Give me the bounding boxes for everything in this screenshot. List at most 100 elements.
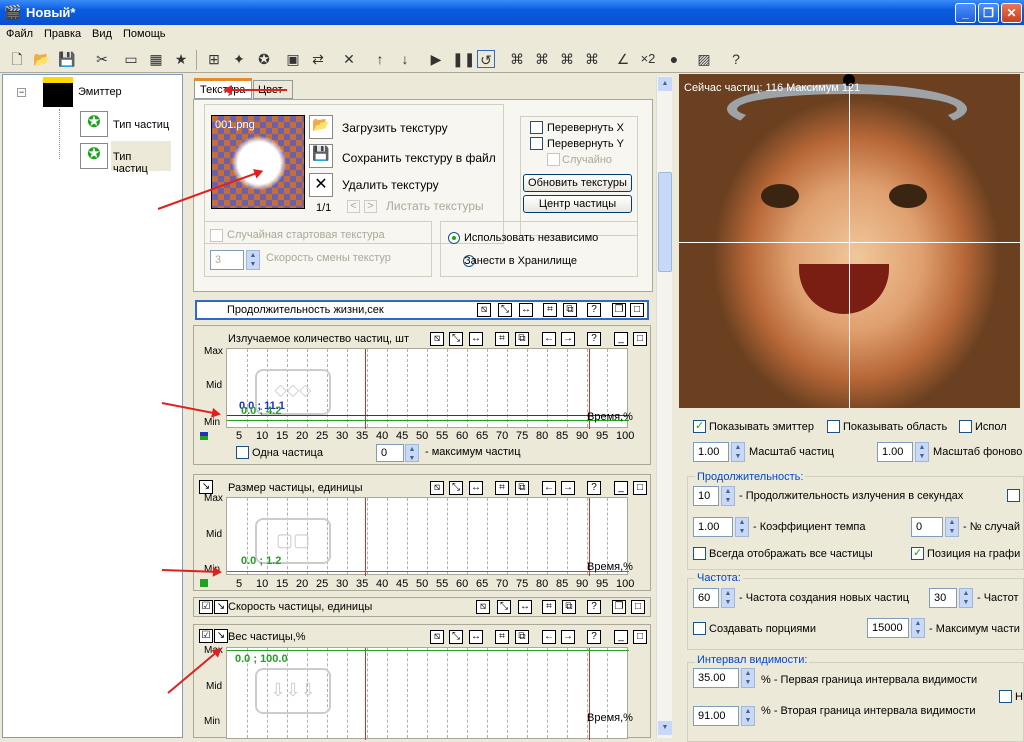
graph-help-icon[interactable]: ?: [587, 600, 601, 614]
graph-tool-icon[interactable]: ⤡: [449, 481, 463, 495]
max-portion-input[interactable]: 15000: [867, 618, 909, 638]
graph-tool-icon[interactable]: ⌗: [495, 481, 509, 495]
graph-tool-icon[interactable]: ↔: [469, 481, 483, 495]
emit-duration-spinner[interactable]: ▲ ▼: [721, 486, 735, 506]
delete-icon[interactable]: ✕: [340, 50, 358, 68]
up-icon[interactable]: ↑: [371, 50, 389, 68]
minimize-button[interactable]: _: [955, 3, 976, 23]
flip-y-checkbox[interactable]: [530, 137, 543, 150]
graph-tool-icon[interactable]: ⤡: [449, 630, 463, 644]
scroll-up-icon[interactable]: ▲: [658, 77, 672, 91]
graph-tool-icon[interactable]: ⧅: [430, 481, 444, 495]
single-particle-checkbox[interactable]: [236, 446, 249, 459]
graph-tool-icon[interactable]: ⧉: [515, 481, 529, 495]
menu-help[interactable]: Помощь: [123, 28, 166, 40]
graph-tool-icon[interactable]: ↔: [519, 303, 533, 317]
duration-extra-checkbox[interactable]: [1007, 489, 1020, 502]
menu-view[interactable]: Вид: [92, 28, 112, 40]
help-icon[interactable]: ?: [727, 50, 745, 68]
circle-icon[interactable]: ●: [665, 50, 683, 68]
menu-file[interactable]: Файл: [6, 28, 33, 40]
graph-maximize-icon[interactable]: □: [633, 630, 647, 644]
visibility-first-input[interactable]: 35.00: [693, 668, 739, 688]
graph-tool-icon[interactable]: ⧅: [430, 332, 444, 346]
random-seed-input[interactable]: 0: [911, 517, 943, 537]
graph-tool-icon[interactable]: ⤡: [449, 332, 463, 346]
show-area-checkbox[interactable]: [827, 420, 840, 433]
folder-icon[interactable]: ▭: [122, 50, 140, 68]
graph-right-icon[interactable]: →: [561, 630, 575, 644]
graph-tool-icon[interactable]: ⧉: [515, 630, 529, 644]
random-seed-spinner[interactable]: ▲ ▼: [945, 517, 959, 537]
graph-tool-icon[interactable]: ⧉: [563, 303, 577, 317]
loop-icon[interactable]: ↺: [477, 50, 495, 68]
collapse-icon[interactable]: −: [17, 88, 26, 97]
graph-tool-icon[interactable]: ⤡: [497, 600, 511, 614]
graph-tool-icon[interactable]: ⧅: [476, 600, 490, 614]
graph-maximize-icon[interactable]: □: [630, 303, 644, 317]
texture-speed-input[interactable]: 3: [210, 250, 244, 270]
tree-emitter[interactable]: Эмиттер: [78, 86, 122, 98]
particle-scale-input[interactable]: 1.00: [693, 442, 729, 462]
tempo-input[interactable]: 1.00: [693, 517, 733, 537]
graph-help-icon[interactable]: ?: [587, 332, 601, 346]
graph-tool-icon[interactable]: ⌗: [495, 332, 509, 346]
delete-texture-label[interactable]: Удалить текстуру: [342, 178, 439, 192]
group-icon[interactable]: ▣: [284, 50, 302, 68]
particle-scale-spinner[interactable]: ▲ ▼: [731, 442, 745, 462]
graph-right-icon[interactable]: →: [561, 332, 575, 346]
max-particles-spinner[interactable]: ▲ ▼: [405, 444, 419, 462]
graph-tool-icon[interactable]: ⧅: [430, 630, 444, 644]
weight-visible-checkbox[interactable]: ☑: [199, 629, 213, 643]
graph-maximize-icon[interactable]: □: [633, 332, 647, 346]
nodes3-icon[interactable]: ⌘: [558, 50, 576, 68]
frequency-input[interactable]: 60: [693, 588, 719, 608]
down-icon[interactable]: ↓: [396, 50, 414, 68]
max-portion-spinner[interactable]: ▲ ▼: [911, 618, 925, 638]
graph-tool-icon[interactable]: ⧉: [562, 600, 576, 614]
graph-restore-icon[interactable]: ❐: [612, 303, 626, 317]
new-icon[interactable]: 🗋: [8, 50, 26, 68]
move-icon[interactable]: ⇄: [309, 50, 327, 68]
add-type-icon[interactable]: ✦: [230, 50, 248, 68]
graph-help-icon[interactable]: ?: [587, 630, 601, 644]
particle-center-button[interactable]: Центр частицы: [523, 195, 632, 213]
speed-graph-header[interactable]: ☑ ↘ Скорость частицы, единицы ⧅ ⤡ ↔ ⌗ ⧉ …: [193, 597, 651, 617]
use-checkbox[interactable]: [959, 420, 972, 433]
graph-left-icon[interactable]: ←: [542, 630, 556, 644]
speed-visible-checkbox[interactable]: ☑: [199, 600, 213, 614]
prev-texture-icon[interactable]: <: [347, 200, 360, 213]
visibility-second-spinner[interactable]: ▲ ▼: [741, 706, 755, 726]
save-icon[interactable]: 💾: [58, 50, 76, 68]
add-emitter-icon[interactable]: ⊞: [205, 50, 223, 68]
save-texture-label[interactable]: Сохранить текстуру в файл: [342, 151, 496, 165]
graph-tool-icon[interactable]: ⧉: [515, 332, 529, 346]
scroll-thumb[interactable]: [658, 172, 672, 272]
save-texture-icon[interactable]: 💾: [309, 144, 333, 168]
graph-left-icon[interactable]: ←: [542, 481, 556, 495]
menu-edit[interactable]: Правка: [44, 28, 81, 40]
graph-maximize-icon[interactable]: □: [633, 481, 647, 495]
nodes4-icon[interactable]: ⌘: [583, 50, 601, 68]
graph-tool-icon[interactable]: ⧅: [477, 303, 491, 317]
scroll-down-icon[interactable]: ▼: [658, 721, 672, 735]
graph-minimize-icon[interactable]: _: [614, 332, 628, 346]
angle-icon[interactable]: ∠: [614, 50, 632, 68]
graph-tool-icon[interactable]: ↔: [518, 600, 532, 614]
nodes2-icon[interactable]: ⌘: [533, 50, 551, 68]
frequency2-spinner[interactable]: ▲ ▼: [959, 588, 973, 608]
next-texture-icon[interactable]: >: [364, 200, 377, 213]
graph-help-icon[interactable]: ?: [587, 303, 601, 317]
bg-scale-input[interactable]: 1.00: [877, 442, 913, 462]
load-texture-label[interactable]: Загрузить текстуру: [342, 121, 448, 135]
graph-maximize-icon[interactable]: □: [631, 600, 645, 614]
x2-icon[interactable]: ×2: [637, 50, 659, 68]
visibility-first-spinner[interactable]: ▲ ▼: [741, 668, 755, 688]
show-emitter-checkbox[interactable]: [693, 420, 706, 433]
always-show-checkbox[interactable]: [693, 547, 706, 560]
maximize-button[interactable]: ❐: [978, 3, 999, 23]
image-icon[interactable]: ▨: [695, 50, 713, 68]
tree-particle-type-1[interactable]: Тип частиц: [113, 119, 169, 131]
graph-tool-icon[interactable]: ⤡: [498, 303, 512, 317]
tools-icon[interactable]: ✂: [93, 50, 111, 68]
